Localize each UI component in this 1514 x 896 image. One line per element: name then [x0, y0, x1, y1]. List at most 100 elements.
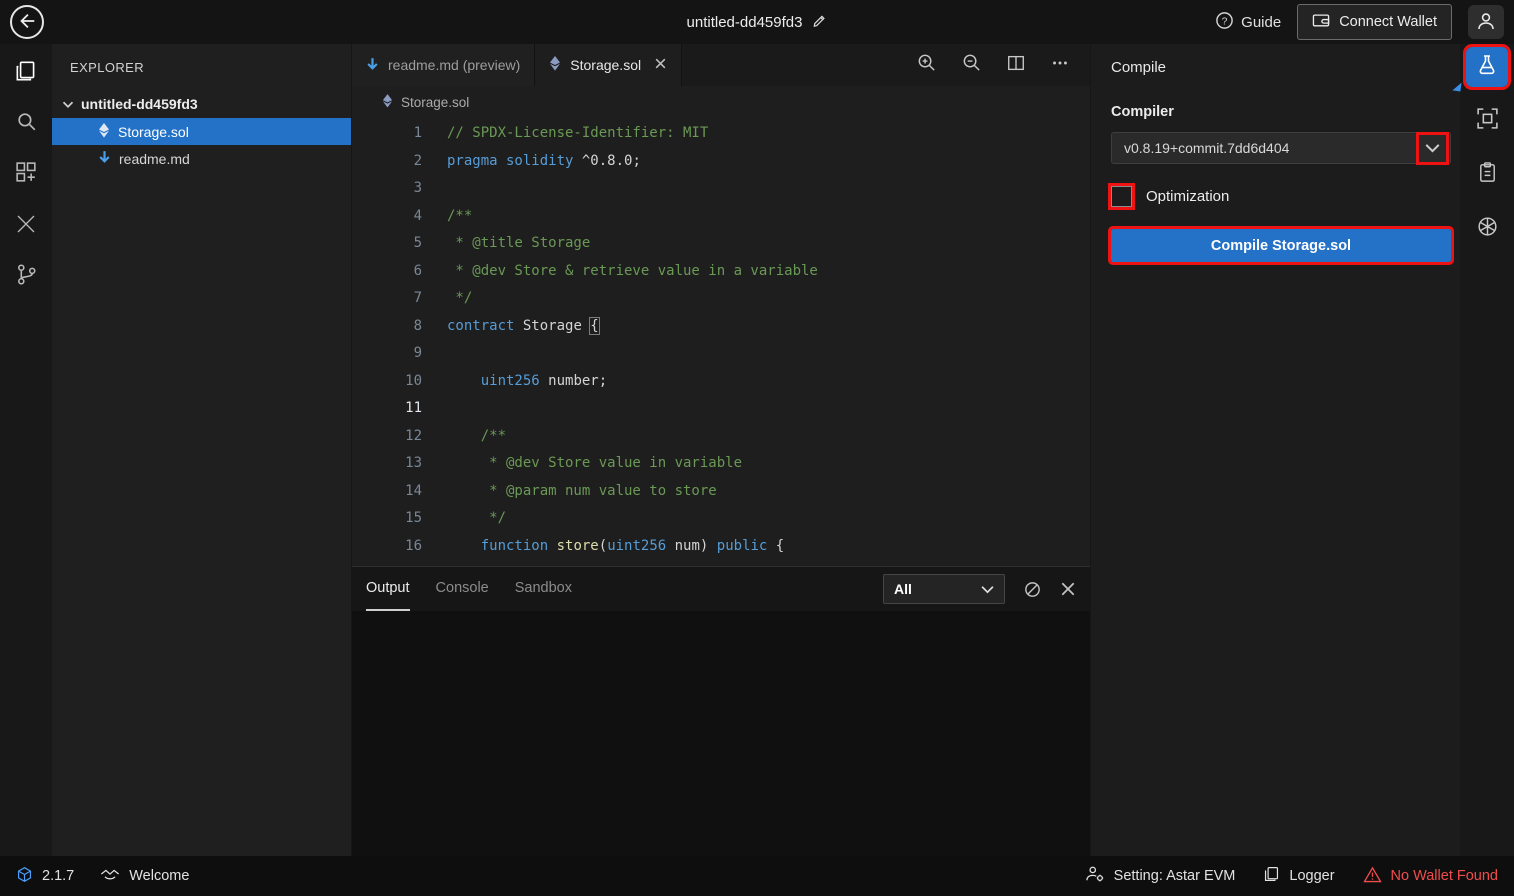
chevron-down-icon[interactable]: [1419, 135, 1446, 162]
setting-label: Setting: Astar EVM: [1114, 868, 1236, 884]
main-row: EXPLORER untitled-dd459fd3 Storage.sol r…: [0, 44, 1514, 856]
panel-content: [352, 611, 1090, 856]
welcome-label: Welcome: [129, 868, 189, 884]
clear-output-icon[interactable]: [1023, 580, 1042, 599]
arrow-left-icon: [17, 11, 37, 34]
back-button[interactable]: [10, 5, 44, 39]
openai-icon: [1475, 214, 1500, 244]
app-window: untitled-dd459fd3 ? Guide Connect Wallet: [0, 0, 1514, 896]
code-line: 2pragma solidity ^0.8.0;: [352, 148, 1090, 176]
topbar: untitled-dd459fd3 ? Guide Connect Wallet: [0, 0, 1514, 44]
ai-assistant-tab[interactable]: [1466, 209, 1508, 249]
edit-pencil-icon[interactable]: [811, 12, 827, 32]
file-name: Storage.sol: [118, 124, 189, 140]
version-item[interactable]: 2.1.7: [16, 866, 74, 887]
warning-triangle-icon: [1363, 866, 1382, 887]
file-item-storage-sol[interactable]: Storage.sol: [52, 118, 351, 145]
clipboard-icon: [1476, 161, 1499, 189]
split-editor-icon[interactable]: [1006, 53, 1026, 78]
tab-label: readme.md (preview): [388, 57, 520, 73]
audit-tool-tab[interactable]: [1466, 155, 1508, 195]
zoom-out-icon[interactable]: [961, 52, 982, 78]
scan-frame-icon: [1475, 106, 1500, 136]
panel-tab-console[interactable]: Console: [436, 567, 489, 611]
panel-tools: All: [883, 574, 1076, 604]
optimization-checkbox[interactable]: [1111, 186, 1132, 207]
files-icon: [13, 58, 39, 89]
zoom-in-icon[interactable]: [916, 52, 937, 78]
more-actions-icon[interactable]: [1050, 53, 1070, 78]
code-line: 10 uint256 number;: [352, 368, 1090, 396]
handshake-icon: [100, 866, 120, 887]
panel-tab-output[interactable]: Output: [366, 567, 410, 611]
code-line: 9: [352, 340, 1090, 368]
welcome-item[interactable]: Welcome: [100, 866, 189, 887]
tab-close-icon[interactable]: [654, 57, 667, 73]
editor-column: readme.md (preview) Storage.sol: [352, 44, 1090, 856]
project-title-group: untitled-dd459fd3: [687, 12, 828, 32]
panel-tabbar: Output Console Sandbox All: [352, 567, 1090, 611]
git-branch-icon: [14, 262, 39, 292]
git-tab[interactable]: [11, 262, 41, 292]
logger-icon: [1263, 865, 1280, 887]
chevron-down-icon: [62, 96, 74, 112]
bottom-panel: Output Console Sandbox All: [352, 566, 1090, 856]
compiler-version-select[interactable]: v0.8.19+commit.7dd6d404: [1111, 132, 1451, 164]
optimization-row: Optimization: [1111, 186, 1460, 207]
compile-button[interactable]: Compile Storage.sol: [1111, 229, 1451, 262]
output-filter-select[interactable]: All: [883, 574, 1005, 604]
root-folder-name: untitled-dd459fd3: [81, 96, 198, 112]
tab-label: Storage.sol: [570, 57, 641, 73]
logger-item[interactable]: Logger: [1263, 865, 1334, 887]
person-gear-icon: [1085, 865, 1105, 887]
tabstrip-actions: [916, 44, 1090, 86]
explorer-tab[interactable]: [11, 58, 41, 88]
search-tab[interactable]: [11, 109, 41, 139]
no-wallet-warning[interactable]: No Wallet Found: [1363, 866, 1498, 887]
code-line: 16 function store(uint256 num) public {: [352, 533, 1090, 561]
topbar-right: ? Guide Connect Wallet: [1215, 4, 1504, 40]
compiler-version-value: v0.8.19+commit.7dd6d404: [1124, 140, 1419, 156]
ethereum-icon: [549, 56, 561, 74]
guide-label: Guide: [1241, 14, 1281, 31]
file-item-readme-md[interactable]: readme.md: [52, 145, 351, 172]
tree-root-folder[interactable]: untitled-dd459fd3: [52, 90, 351, 118]
ethereum-icon: [382, 94, 393, 111]
connect-wallet-button[interactable]: Connect Wallet: [1297, 4, 1452, 40]
cube-icon: [16, 866, 33, 887]
panel-tab-sandbox[interactable]: Sandbox: [515, 567, 572, 611]
plugin-manager-tab[interactable]: [11, 160, 41, 190]
question-circle-icon: ?: [1215, 11, 1234, 34]
code-editor[interactable]: 1// SPDX-License-Identifier: MIT2pragma …: [352, 118, 1090, 566]
breadcrumb[interactable]: Storage.sol: [352, 86, 1090, 118]
filter-value: All: [894, 581, 912, 597]
svg-text:?: ?: [1222, 16, 1228, 27]
interact-tool-tab[interactable]: [1466, 101, 1508, 141]
logger-label: Logger: [1289, 868, 1334, 884]
close-panel-icon[interactable]: [1060, 581, 1076, 597]
chevron-down-icon: [981, 581, 994, 597]
compile-panel: Compile Compiler v0.8.19+commit.7dd6d404…: [1090, 44, 1460, 856]
connections-tab[interactable]: [11, 211, 41, 241]
setting-item[interactable]: Setting: Astar EVM: [1085, 865, 1236, 887]
compile-panel-title: Compile: [1091, 44, 1460, 90]
annotation-marker: [1452, 81, 1461, 91]
code-line: 12 /**: [352, 423, 1090, 451]
code-line: 8contract Storage {: [352, 313, 1090, 341]
tab-readme-md[interactable]: readme.md (preview): [352, 44, 535, 86]
avatar-button[interactable]: [1468, 5, 1504, 39]
guide-link[interactable]: ? Guide: [1215, 11, 1281, 34]
ethereum-icon: [98, 123, 110, 141]
code-line: 15 */: [352, 505, 1090, 533]
code-line: 4/**: [352, 203, 1090, 231]
tab-storage-sol[interactable]: Storage.sol: [535, 44, 682, 86]
project-title: untitled-dd459fd3: [687, 14, 803, 31]
code-line: 6 * @dev Store & retrieve value in a var…: [352, 258, 1090, 286]
file-name: readme.md: [119, 151, 190, 167]
compiler-label: Compiler: [1111, 104, 1460, 120]
compile-tool-tab[interactable]: [1466, 47, 1508, 87]
code-line: 3: [352, 175, 1090, 203]
breadcrumb-file: Storage.sol: [401, 95, 469, 110]
cross-lines-icon: [14, 212, 38, 241]
person-icon: [1476, 11, 1496, 34]
